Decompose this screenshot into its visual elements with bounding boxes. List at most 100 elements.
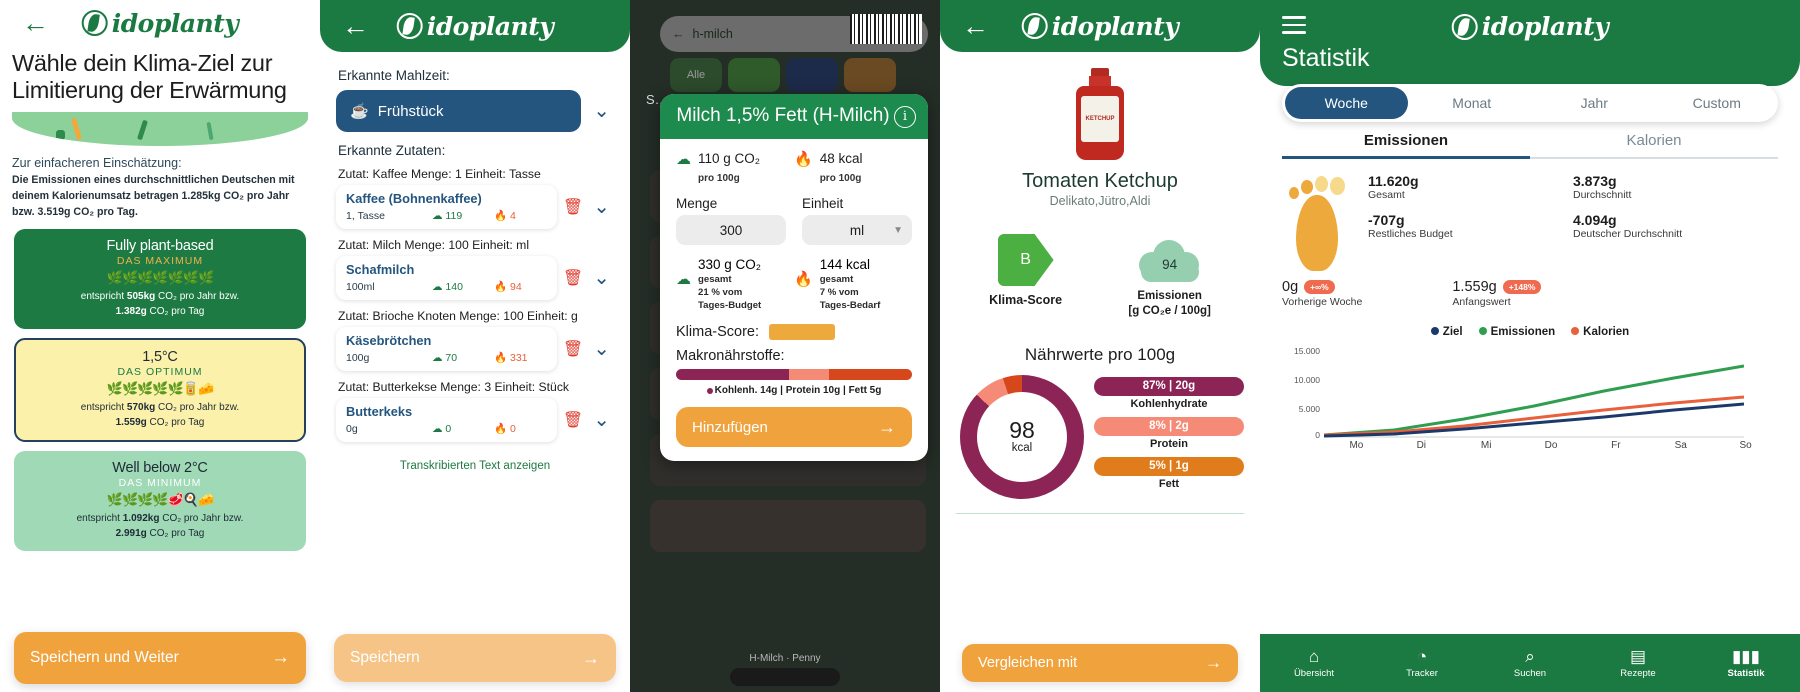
add-label: Hinzufügen xyxy=(692,418,768,436)
amount-input[interactable]: 300 xyxy=(676,215,786,246)
tracker-icon: ◔ xyxy=(1416,646,1428,666)
macro-caption-protein: Protein xyxy=(1150,437,1188,450)
tab-emissionen[interactable]: Emissionen xyxy=(1282,132,1530,159)
macro-segment-protein xyxy=(789,369,830,381)
climate-score-bar xyxy=(769,324,835,341)
page-title: Wähle dein Klima-Ziel zur Limitierung de… xyxy=(12,50,287,104)
ingredient-co2-value: 0 xyxy=(445,422,452,435)
stat-value: 11.620g xyxy=(1368,173,1419,189)
filter-chips: Alle xyxy=(670,58,896,92)
info-icon[interactable]: i xyxy=(894,105,916,128)
ingredient-source-line: Zutat: Brioche Knoten Menge: 100 Einheit… xyxy=(338,309,578,323)
stat-value: -707g xyxy=(1368,211,1405,228)
goal-eq-year: 570kg xyxy=(126,402,156,414)
chip-all[interactable]: Alle xyxy=(670,58,722,92)
macro-segment-fat xyxy=(829,369,912,381)
segment-custom[interactable]: Custom xyxy=(1656,88,1779,118)
segment-monat[interactable]: Monat xyxy=(1411,88,1534,118)
calorie-donut-chart: 98 kcal xyxy=(960,374,1084,499)
legend-label: Kalorien xyxy=(1583,326,1630,338)
unit-select[interactable]: ml ▼ xyxy=(802,215,912,246)
nav-item-rezepte[interactable]: ▤ Rezepte xyxy=(1584,648,1692,679)
chevron-down-icon[interactable]: ⌄ xyxy=(589,197,614,217)
ingredient-card[interactable]: Butterkeks 0g ☁ 0 🔥 0 xyxy=(336,398,557,442)
add-button[interactable]: Hinzufügen → xyxy=(676,407,912,448)
compare-label: Vergleichen mit xyxy=(978,655,1078,671)
goal-equivalent: entspricht 1.092kg CO₂ pro Jahr bzw. 2.9… xyxy=(20,512,300,541)
total-kcal: 🔥 144 kcal gesamt 7 % vom Tages-Bedarf xyxy=(794,256,912,313)
nav-item-tracker[interactable]: ◔ Tracker xyxy=(1368,648,1476,679)
save-and-continue-button[interactable]: Speichern und Weiter → xyxy=(14,632,306,684)
goal-eq-prefix: entspricht xyxy=(80,402,127,414)
tab-kalorien[interactable]: Kalorien xyxy=(1530,132,1778,159)
save-and-continue-label: Speichern und Weiter xyxy=(30,649,179,666)
ingredient-name: Butterkeks xyxy=(346,404,413,419)
delete-icon[interactable]: 🗑 xyxy=(563,410,583,430)
goal-eq-day: 1.559g xyxy=(115,416,147,428)
show-transcript-link[interactable]: Transkribierten Text anzeigen xyxy=(336,460,614,472)
home-indicator xyxy=(730,668,840,686)
decorative-banner xyxy=(12,111,308,146)
coffee-icon: ☕ xyxy=(350,103,369,120)
ingredient-kcal-value: 94 xyxy=(510,281,522,293)
nutrition-wrap: 98 kcal 87% | 20g Kohlenhydrate 8% | 2g … xyxy=(956,374,1244,499)
barcode-icon[interactable] xyxy=(850,14,922,44)
chevron-down-icon: ▼ xyxy=(893,224,903,236)
goal-eq-day: 1.382g xyxy=(115,305,147,317)
stat-deutscher-durchschnitt: 4.094g Deutscher Durchschnitt xyxy=(1573,212,1778,242)
ketchup-bottle-image: KETCHUP xyxy=(1073,68,1127,160)
delete-icon[interactable]: 🗑 xyxy=(563,339,583,359)
segment-woche[interactable]: Woche xyxy=(1285,87,1408,119)
x-tick-label: Sa xyxy=(1674,440,1687,451)
ingredient-name: Schafmilch xyxy=(346,262,415,277)
ingredient-co2-value: 119 xyxy=(445,209,463,222)
stats-grid: 11.620g Gesamt -707g Restliches Budget 3… xyxy=(1368,173,1778,273)
ingredient-card[interactable]: Schafmilch 100ml ☁ 140 🔥 94 xyxy=(336,256,557,300)
modal-body: ☁ 110 g CO₂ pro 100g 🔥 48 kcal pro 100g xyxy=(660,139,928,461)
ingredient-card[interactable]: Käsebrötchen 100g ☁ 70 🔥 331 xyxy=(336,327,557,371)
goal-card-minimum[interactable]: Well below 2°C DAS MINIMUM 🌿🌿🌿🌿🥩🍳🧀 entsp… xyxy=(14,451,306,552)
chart-x-axis: Mo Di Mi Do Fr Sa So xyxy=(1324,440,1778,451)
goal-card-maximum[interactable]: Fully plant-based DAS MAXIMUM 🌿🌿🌿🌿🌿🌿🌿 en… xyxy=(14,229,306,330)
emissions-line-chart: 15.000 10.000 5.000 0 Mo Di Mi Do Fr Sa … xyxy=(1282,346,1778,456)
back-arrow-icon[interactable]: ← xyxy=(672,27,685,41)
hamburger-icon[interactable] xyxy=(1282,16,1306,39)
delete-icon[interactable]: 🗑 xyxy=(563,268,583,288)
nav-item-statistik[interactable]: ▮▮▮ Statistik xyxy=(1692,648,1800,679)
x-tick-label: Fr xyxy=(1611,440,1621,451)
leaf-circle-icon xyxy=(396,13,423,39)
chip-snacks[interactable] xyxy=(844,58,896,92)
nav-item-suchen[interactable]: ⌕ Suchen xyxy=(1476,648,1584,679)
total-co2-sub: gesamt 21 % vom Tages-Budget xyxy=(698,274,762,312)
ingredient-card[interactable]: Kaffee (Bohnenkaffee) 1, Tasse ☁ 119 🔥 4 xyxy=(336,185,557,229)
chevron-down-icon[interactable]: ⌄ xyxy=(589,101,614,121)
ingredient-row: Kaffee (Bohnenkaffee) 1, Tasse ☁ 119 🔥 4… xyxy=(336,185,614,229)
back-arrow-icon[interactable]: ← xyxy=(962,12,989,40)
delete-icon[interactable]: 🗑 xyxy=(563,197,583,217)
meal-value: Frühstück xyxy=(377,102,444,120)
back-arrow-icon[interactable]: ← xyxy=(342,12,369,40)
per-100g-kcal: 🔥 48 kcal pro 100g xyxy=(794,150,912,186)
back-arrow-icon[interactable]: ← xyxy=(22,9,49,37)
save-button[interactable]: Speichern → xyxy=(334,634,616,682)
home-icon: ⌂ xyxy=(1308,646,1320,666)
nav-item-uebersicht[interactable]: ⌂ Übersicht xyxy=(1260,648,1368,679)
meal-select[interactable]: ☕ Frühstück xyxy=(336,90,582,132)
chevron-down-icon[interactable]: ⌄ xyxy=(589,339,614,359)
compare-button[interactable]: Vergleichen mit → xyxy=(962,644,1238,682)
ingredient-row: Butterkeks 0g ☁ 0 🔥 0 🗑 ⌄ xyxy=(336,398,614,442)
ingredient-kcal: 🔥 4 xyxy=(494,210,516,222)
total-stats: ☁ 330 g CO₂ gesamt 21 % vom Tages-Budget… xyxy=(676,256,912,313)
segment-jahr[interactable]: Jahr xyxy=(1533,88,1656,118)
ingredient-co2: ☁ 119 xyxy=(432,209,463,222)
macro-caption-fat: Fett xyxy=(1158,477,1180,490)
brand-name: idoplanty xyxy=(111,8,239,38)
goal-title: Fully plant-based xyxy=(106,238,214,255)
chip-drinks[interactable] xyxy=(786,58,838,92)
goal-card-optimum[interactable]: 1,5°C DAS OPTIMUM 🌿🌿🌿🌿🌿🥫🧀 entspricht 570… xyxy=(14,338,306,443)
per-100g-co2: ☁ 110 g CO₂ pro 100g xyxy=(676,150,794,186)
chevron-down-icon[interactable]: ⌄ xyxy=(589,268,614,288)
chip-vegetables[interactable] xyxy=(728,58,780,92)
product-name: Tomaten Ketchup xyxy=(1022,170,1178,192)
chevron-down-icon[interactable]: ⌄ xyxy=(589,410,614,430)
